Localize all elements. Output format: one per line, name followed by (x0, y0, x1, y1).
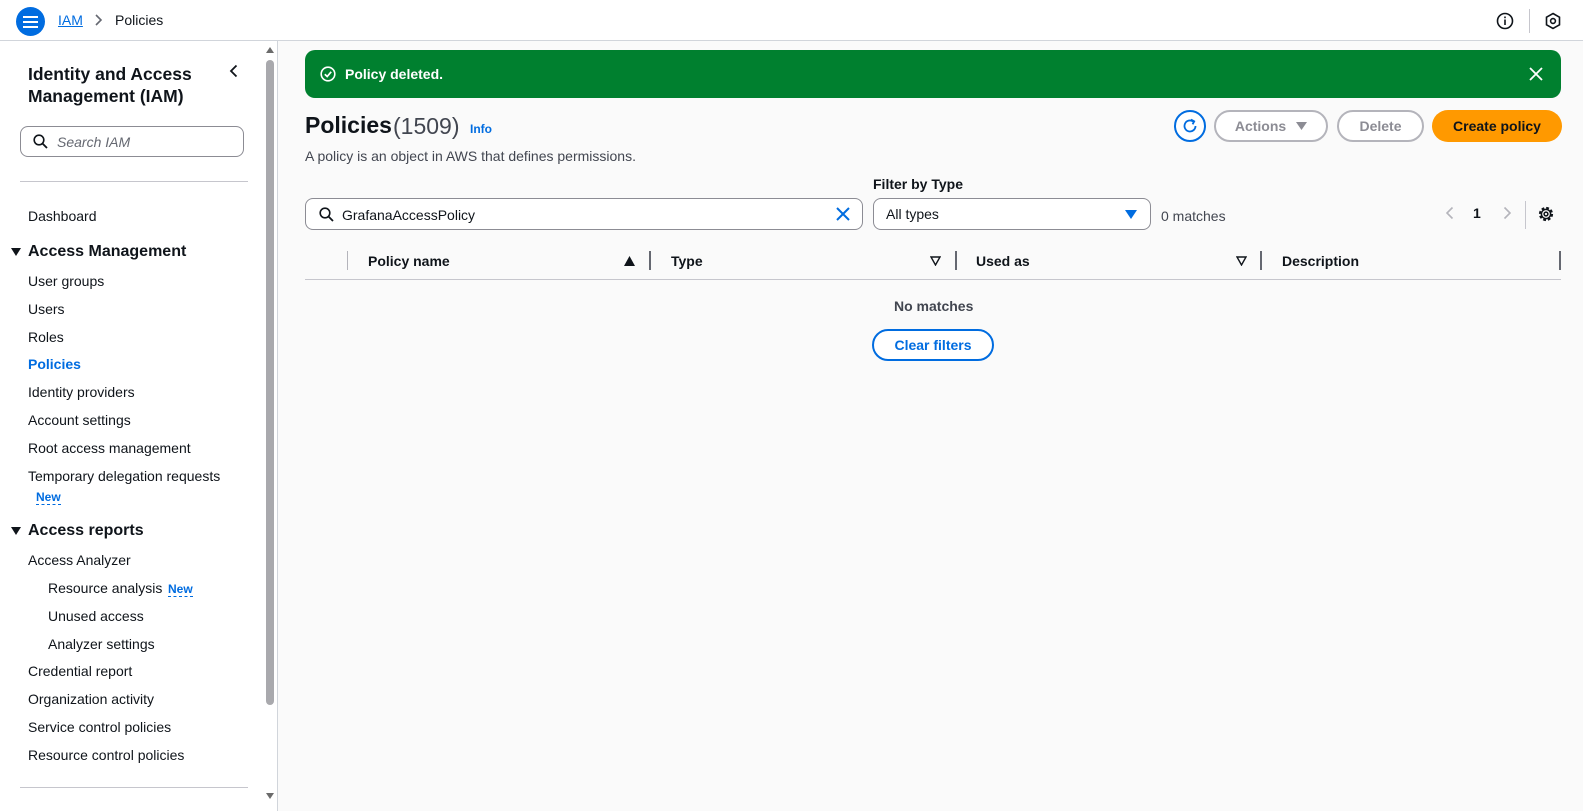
column-header-description: Description (1282, 253, 1360, 269)
menu-icon[interactable] (16, 7, 45, 36)
column-resizer[interactable] (1559, 251, 1561, 270)
notifications-icon[interactable] (1544, 12, 1562, 30)
caret-down-icon (11, 527, 21, 535)
scroll-down-icon[interactable] (265, 791, 275, 801)
caret-down-icon (1296, 122, 1308, 130)
chevron-right-icon (95, 14, 103, 26)
section-access-management[interactable]: Access Management (10, 243, 186, 261)
sidebar-item-resource-control-policies[interactable]: Resource control policies (28, 747, 184, 763)
policy-count: (1509) (393, 113, 460, 139)
sort-icon[interactable] (930, 256, 941, 266)
side-navigation: Identity and Access Management (IAM) Das… (0, 41, 262, 811)
column-header-type[interactable]: Type (671, 253, 703, 269)
actions-label: Actions (1234, 118, 1287, 134)
topbar-divider (1529, 9, 1530, 33)
chevron-left-icon[interactable] (227, 64, 241, 78)
check-circle-icon (320, 66, 336, 82)
page-description: A policy is an object in AWS that define… (305, 148, 636, 164)
column-resizer[interactable] (955, 251, 957, 270)
info-link[interactable]: Info (470, 122, 492, 136)
new-badge[interactable]: New (36, 490, 61, 505)
filter-by-type-label: Filter by Type (873, 176, 963, 192)
pagination-page[interactable]: 1 (1473, 205, 1481, 221)
section-access-reports[interactable]: Access reports (10, 522, 144, 540)
search-icon (33, 134, 48, 149)
sort-icon[interactable] (1236, 256, 1247, 266)
new-badge[interactable]: New (168, 582, 193, 597)
chevron-left-icon[interactable] (1444, 206, 1456, 220)
sidebar-item-resource-analysis[interactable]: Resource analysis (48, 580, 162, 596)
sidebar-item-service-control-policies[interactable]: Service control policies (28, 719, 171, 735)
column-resizer[interactable] (1260, 251, 1262, 270)
policy-search-field[interactable] (305, 198, 863, 230)
sidebar-item-temporary-delegation-requests[interactable]: Temporary delegation requests (28, 468, 220, 484)
caret-down-icon (11, 248, 21, 256)
type-filter-value: All types (886, 206, 939, 222)
sidebar-item-account-settings[interactable]: Account settings (28, 412, 131, 428)
sidebar-item-dashboard[interactable]: Dashboard (28, 208, 97, 224)
refresh-icon (1183, 118, 1197, 133)
clear-filters-button[interactable]: Clear filters (872, 329, 994, 361)
refresh-button[interactable] (1174, 110, 1206, 142)
close-icon[interactable] (1528, 66, 1544, 82)
sidebar-search-input[interactable] (57, 132, 237, 152)
sidebar-scrollbar[interactable] (262, 41, 278, 811)
sidebar-title[interactable]: Identity and Access Management (IAM) (28, 63, 218, 107)
caret-down-icon (1125, 210, 1137, 219)
success-flashbar: Policy deleted. (305, 50, 1561, 98)
column-header-used-as[interactable]: Used as (976, 253, 1030, 269)
sort-ascending-icon[interactable] (624, 256, 635, 266)
section-label: Access reports (28, 522, 144, 539)
scroll-up-icon[interactable] (265, 45, 275, 55)
sidebar-item-access-analyzer[interactable]: Access Analyzer (28, 552, 131, 568)
sidebar-search[interactable] (20, 126, 244, 157)
sidebar-item-roles[interactable]: Roles (28, 329, 64, 345)
sidebar-item-identity-providers[interactable]: Identity providers (28, 384, 135, 400)
sidebar-item-organization-activity[interactable]: Organization activity (28, 691, 154, 707)
flash-message: Policy deleted. (345, 66, 444, 82)
match-count: 0 matches (1161, 208, 1226, 224)
sidebar-item-users[interactable]: Users (28, 301, 65, 317)
create-policy-button[interactable]: Create policy (1432, 110, 1562, 142)
breadcrumb-current: Policies (115, 12, 164, 28)
table-header-divider (305, 279, 1561, 280)
section-label: Access Management (28, 243, 187, 260)
sidebar-item-policies[interactable]: Policies (28, 356, 81, 372)
column-resizer[interactable] (649, 251, 651, 270)
info-circle-icon[interactable] (1496, 12, 1514, 30)
clear-icon[interactable] (835, 206, 851, 222)
type-filter-select[interactable]: All types (873, 198, 1151, 230)
scrollbar-thumb[interactable] (266, 60, 274, 705)
empty-state-text: No matches (894, 298, 974, 314)
pagination-divider (1525, 201, 1526, 229)
sidebar-divider (20, 181, 248, 182)
actions-dropdown-button[interactable]: Actions (1214, 110, 1328, 142)
column-divider (347, 251, 348, 270)
search-icon (319, 207, 334, 222)
chevron-right-icon[interactable] (1501, 206, 1513, 220)
sidebar-item-credential-report[interactable]: Credential report (28, 663, 132, 679)
page-title: Policies (305, 112, 392, 138)
sidebar-divider (20, 787, 248, 788)
top-navigation-bar: IAM Policies (0, 0, 1583, 41)
gear-icon[interactable] (1537, 205, 1555, 223)
sidebar-item-unused-access[interactable]: Unused access (48, 608, 144, 624)
column-header-policy-name[interactable]: Policy name (368, 253, 450, 269)
sidebar-item-analyzer-settings[interactable]: Analyzer settings (48, 636, 155, 652)
delete-button[interactable]: Delete (1337, 110, 1424, 142)
sidebar-item-root-access-management[interactable]: Root access management (28, 440, 191, 456)
sidebar-item-user-groups[interactable]: User groups (28, 273, 104, 289)
breadcrumb-iam-link[interactable]: IAM (58, 12, 83, 28)
policy-search-input[interactable] (342, 205, 822, 225)
